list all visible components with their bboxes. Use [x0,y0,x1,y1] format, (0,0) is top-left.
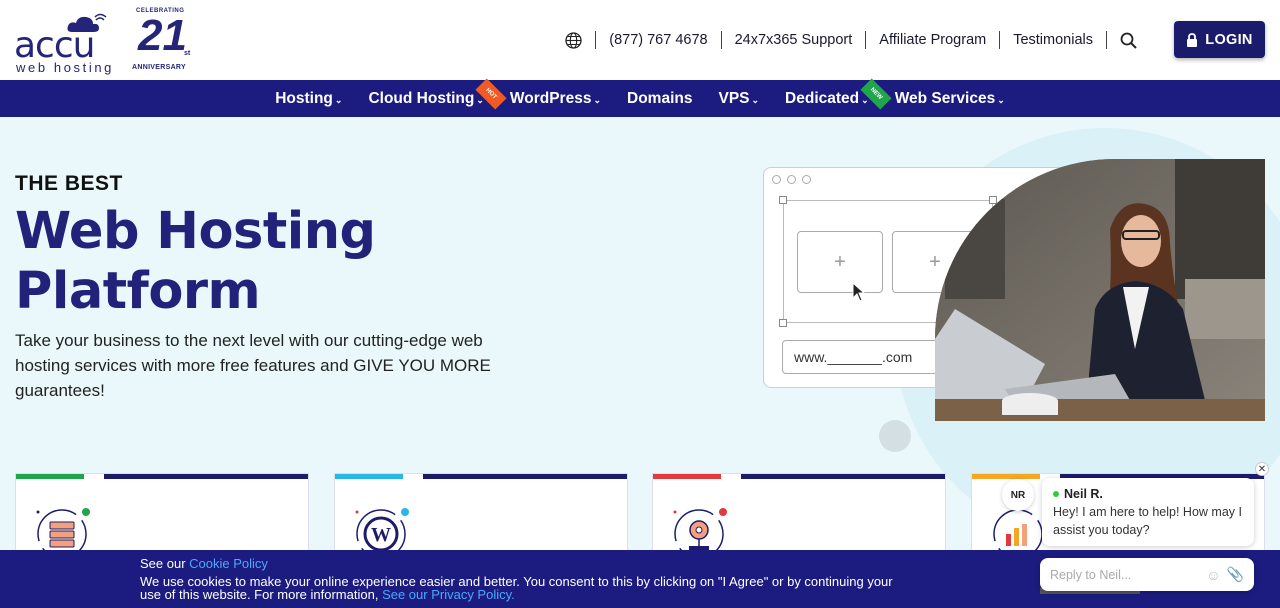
globe-icon [565,31,582,49]
badge-number: 21 [138,11,187,60]
close-icon: ✕ [1257,463,1267,475]
cookie-policy-link[interactable]: Cookie Policy [189,556,268,571]
chevron-down-icon: ⌄ [997,95,1005,105]
affiliate-link[interactable]: Affiliate Program [865,31,999,49]
search-icon [1120,32,1137,49]
nav-vps[interactable]: VPS ⌄ [705,80,772,117]
cookie-see-our: See our [140,556,186,571]
card-top-bar [741,474,945,479]
badge-bottom-text: ANNIVERSARY [132,64,186,71]
main-nav: Hosting ⌄ Cloud Hosting ⌄ HOT WordPress ⌄ D… [0,78,1280,117]
cursor-icon [852,282,866,302]
window-dots [772,175,811,184]
cookie-body-text: We use cookies to make your online exper… [140,574,893,602]
nav-dedicated[interactable]: Dedicated ⌄ NEW [772,78,892,117]
emoji-icon[interactable]: ☺ [1206,567,1220,583]
chat-message-text: Hey! I am here to help! How may I assist… [1053,505,1242,537]
chevron-down-icon: ⌄ [593,95,602,105]
hero-title-line2: Platform [15,262,261,321]
card-top-bar [104,474,308,479]
card-accent-bar [653,474,721,479]
badge-suffix: st [184,50,191,57]
card-accent-bar [16,474,84,479]
cookie-heading: See our Cookie Policy [140,556,268,571]
nav-domains[interactable]: Domains [614,80,705,117]
nav-label: Hosting [275,89,333,107]
nav-wordpress[interactable]: WordPress ⌄ [497,80,614,117]
hero-eyebrow: THE BEST [15,172,123,195]
nav-cloud-hosting[interactable]: Cloud Hosting ⌄ HOT [355,78,507,117]
card-accent-bar [972,474,1040,479]
site-logo[interactable]: accu web hosting CELEBRATING 21 st ANNIV… [14,6,196,75]
card-top-bar [423,474,627,479]
lock-icon [1187,32,1198,47]
nav-label: WordPress [509,89,592,107]
chat-close-button[interactable]: ✕ [1255,462,1269,476]
chat-reply-placeholder: Reply to Neil... [1050,567,1132,582]
nav-label: Cloud Hosting [368,89,475,107]
chat-agent-name-row: Neil R. [1053,487,1243,501]
nav-hosting[interactable]: Hosting ⌄ [262,80,355,117]
decorative-dot [879,420,911,452]
support-link[interactable]: 24x7x365 Support [720,31,866,49]
logo-tagline: web hosting [16,60,114,75]
login-button[interactable]: LOGIN [1174,21,1265,58]
utility-nav: (877) 767 4678 24x7x365 Support Affiliat… [552,24,1150,56]
plus-tile: + [797,231,883,293]
chat-agent-name: Neil R. [1064,487,1103,501]
hero-description: Take your business to the next level wit… [15,331,491,400]
nav-label: Web Services [894,89,996,107]
nav-label: Domains [627,89,693,107]
attachment-icon[interactable]: 📎 [1227,566,1244,583]
hero-title-line1: Web Hosting [15,202,376,261]
anniversary-badge: CELEBRATING 21 st ANNIVERSARY [132,8,196,74]
card-accent-bar [335,474,403,479]
cookie-body: We use cookies to make your online exper… [140,575,900,601]
logo-wordmark: accu [14,25,95,66]
chat-reply-input[interactable]: Reply to Neil... ☺ 📎 [1040,558,1254,591]
nav-web-services[interactable]: Web Services ⌄ [882,80,1018,117]
login-label: LOGIN [1205,31,1253,48]
domain-mockup: www._______.com [782,340,942,374]
language-selector[interactable] [552,31,595,49]
online-status-icon [1053,491,1059,497]
hero-title: Web Hosting Platform [15,202,376,322]
phone-link[interactable]: (877) 767 4678 [595,31,720,49]
privacy-policy-link[interactable]: See our Privacy Policy. [382,587,515,602]
chat-message-bubble[interactable]: Neil R. Hey! I am here to help! How may … [1042,478,1254,546]
search-button[interactable] [1106,31,1150,49]
chat-agent-avatar: NR [1002,479,1034,511]
chevron-down-icon: ⌄ [751,95,760,105]
top-header: accu web hosting CELEBRATING 21 st ANNIV… [0,0,1280,80]
chevron-down-icon: ⌄ [334,95,343,105]
testimonials-link[interactable]: Testimonials [999,31,1106,49]
nav-label: Dedicated [785,89,860,107]
nav-label: VPS [718,89,750,107]
svg-text:W: W [371,524,391,546]
